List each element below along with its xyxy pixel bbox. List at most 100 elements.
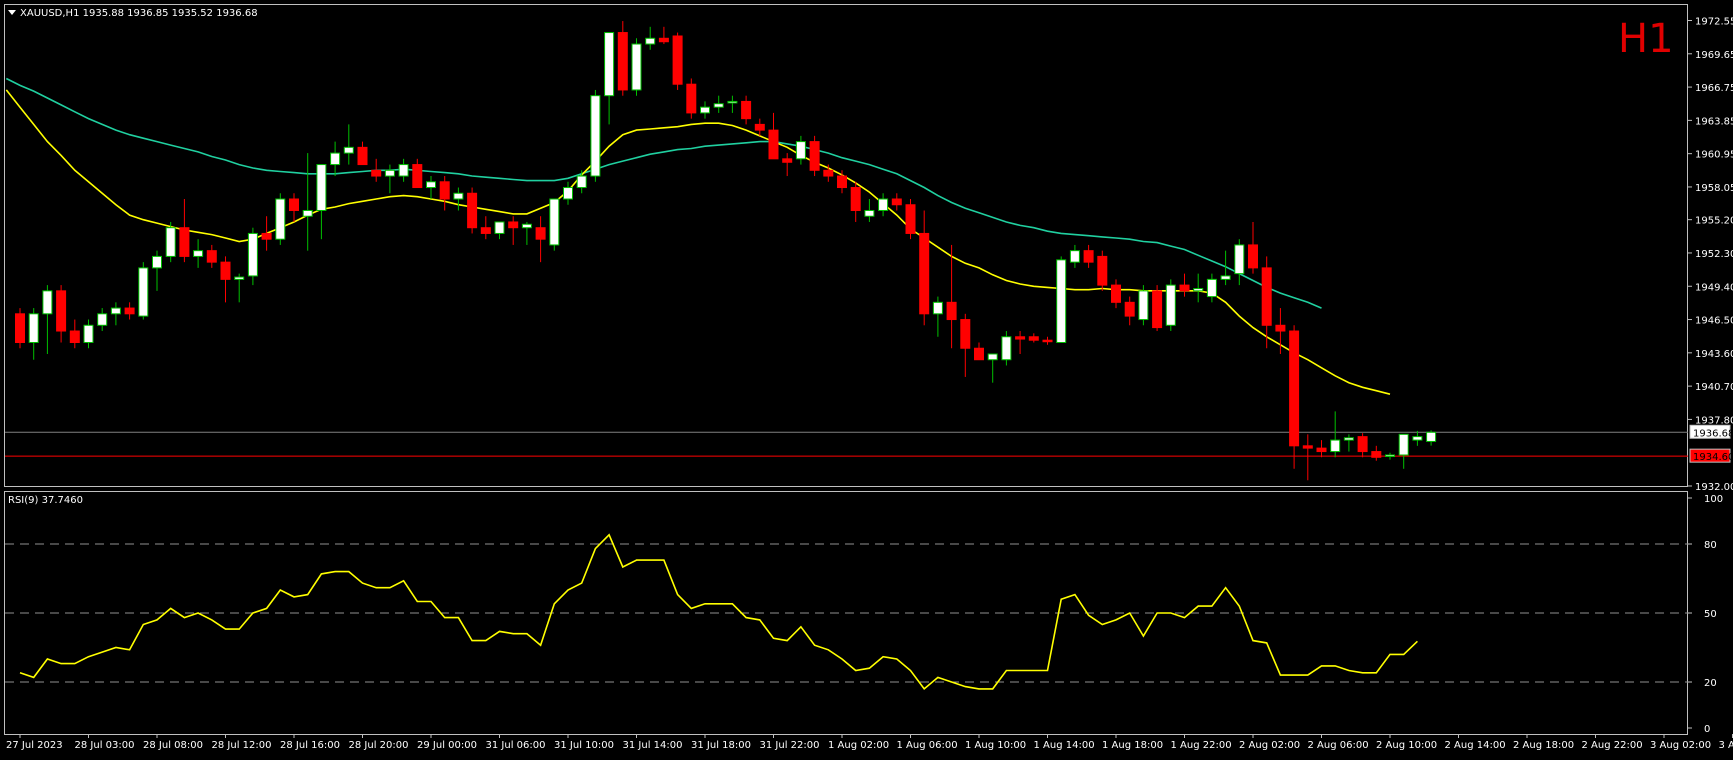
time-axis-label: 1 Aug 22:00 [1171, 740, 1232, 751]
candle-body-bull [1413, 437, 1422, 440]
candle-body-bull [43, 291, 52, 314]
candle [1098, 251, 1107, 291]
candle [632, 38, 641, 95]
price-axis-label: 1972.55 [1695, 16, 1733, 27]
candle-body-bear [906, 205, 915, 234]
candle [687, 78, 696, 118]
candle-body-bull [317, 165, 326, 211]
time-axis-label: 28 Jul 20:00 [349, 740, 409, 751]
time-axis-label: 2 Aug 10:00 [1376, 740, 1437, 751]
candle-body-bull [632, 44, 641, 90]
candle-body-bull [111, 308, 120, 314]
symbol-info-text: XAUUSD,H1 1935.88 1936.85 1935.52 1936.6… [20, 8, 258, 19]
candle-body-bull [331, 153, 340, 164]
time-axis-label: 2 Aug 22:00 [1582, 740, 1643, 751]
rsi-axis-label: 20 [1704, 678, 1717, 689]
candle-body-bear [755, 124, 764, 130]
candle-body-bear [673, 36, 682, 84]
time-axis-label: 31 Jul 10:00 [554, 740, 614, 751]
candle [16, 308, 25, 348]
candle-body-bull [194, 251, 203, 257]
time-axis-label: 2 Aug 06:00 [1308, 740, 1369, 751]
candle-body-bear [57, 291, 66, 331]
candle-body-bear [1016, 337, 1025, 339]
current-price-tag: 1936.68 [1690, 425, 1733, 439]
candle-body-bear [358, 147, 367, 164]
candle-body-bull [701, 107, 710, 113]
candle [1139, 285, 1148, 325]
candle-body-bull [139, 268, 148, 316]
price-axis-label: 1952.30 [1695, 249, 1733, 260]
candle-body-bear [207, 251, 216, 262]
rsi-axis-label: 50 [1704, 609, 1717, 620]
trading-chart-window: 1972.551969.651966.751963.851960.951958.… [0, 0, 1733, 756]
candle-body-bear [618, 33, 627, 90]
time-axis-label: 1 Aug 06:00 [897, 740, 958, 751]
candle-body-bull [933, 302, 942, 313]
candle-body-bull [879, 199, 888, 210]
candle-body-bear [1098, 256, 1107, 285]
candle [1057, 256, 1066, 342]
candle-body-bull [1344, 438, 1353, 440]
candle-body-bear [947, 302, 956, 319]
candle-body-bear [1043, 340, 1052, 342]
candle-body-bear [509, 222, 518, 228]
candle-body-bear [961, 320, 970, 349]
time-axis-label: 31 Jul 14:00 [623, 740, 683, 751]
candle-body-bull [276, 199, 285, 239]
candle-body-bear [221, 262, 230, 279]
candle [1153, 285, 1162, 331]
candle-body-bull [166, 228, 175, 257]
candle-body-bull [728, 101, 737, 103]
candle-body-bull [1166, 285, 1175, 325]
candle [906, 199, 915, 239]
time-axis-label: 31 Jul 22:00 [760, 740, 820, 751]
candle [166, 222, 175, 262]
timeframe-label: H1 [1618, 16, 1674, 62]
chart-background [0, 0, 1733, 756]
candle-body-bear [413, 165, 422, 188]
candle-body-bear [468, 193, 477, 227]
time-axis-label: 1 Aug 10:00 [965, 740, 1026, 751]
time-axis-label: 28 Jul 12:00 [212, 740, 272, 751]
candle-body-bear [687, 84, 696, 113]
candle [618, 21, 627, 96]
candle-body-bear [481, 228, 490, 234]
current-price-tag-text: 1936.68 [1693, 428, 1733, 439]
candle-body-bull [84, 325, 93, 342]
candle-body-bull [1399, 434, 1408, 455]
red-level-price-tag: 1934.60 [1690, 449, 1733, 463]
time-axis-label: 2 Aug 14:00 [1445, 740, 1506, 751]
time-axis-label: 27 Jul 2023 [6, 740, 63, 751]
candle-body-bear [1262, 268, 1271, 325]
candle-body-bull [248, 233, 257, 275]
time-axis-label: 1 Aug 14:00 [1034, 740, 1095, 751]
candle-body-bear [125, 308, 134, 314]
candle-body-bull [495, 222, 504, 233]
price-axis-label: 1943.60 [1695, 349, 1733, 360]
candle-body-bear [892, 199, 901, 205]
candle-body-bear [180, 228, 189, 257]
price-axis-label: 1960.95 [1695, 150, 1733, 161]
candle [1166, 279, 1175, 331]
candle [468, 188, 477, 234]
candle [810, 136, 819, 176]
candle-body-bull [591, 96, 600, 176]
candle-body-bull [796, 142, 805, 159]
candle-body-bull [1194, 289, 1203, 291]
candle-body-bull [1235, 245, 1244, 274]
candle-body-bull [1427, 432, 1436, 441]
candle-body-bear [1372, 452, 1381, 458]
rsi-axis-label: 0 [1704, 724, 1710, 735]
candle-body-bear [838, 176, 847, 187]
candle-body-bull [385, 170, 394, 176]
red-level-price-tag-text: 1934.60 [1693, 452, 1733, 463]
candle-body-bull [344, 147, 353, 153]
candle-body-bull [714, 104, 723, 107]
price-axis-label: 1958.05 [1695, 183, 1733, 194]
candle-body-bear [440, 182, 449, 199]
candle-body-bear [1084, 251, 1093, 262]
candle-body-bull [1057, 260, 1066, 343]
price-chart-svg[interactable]: 1972.551969.651966.751963.851960.951958.… [0, 0, 1733, 756]
price-axis-label: 1966.75 [1695, 83, 1733, 94]
